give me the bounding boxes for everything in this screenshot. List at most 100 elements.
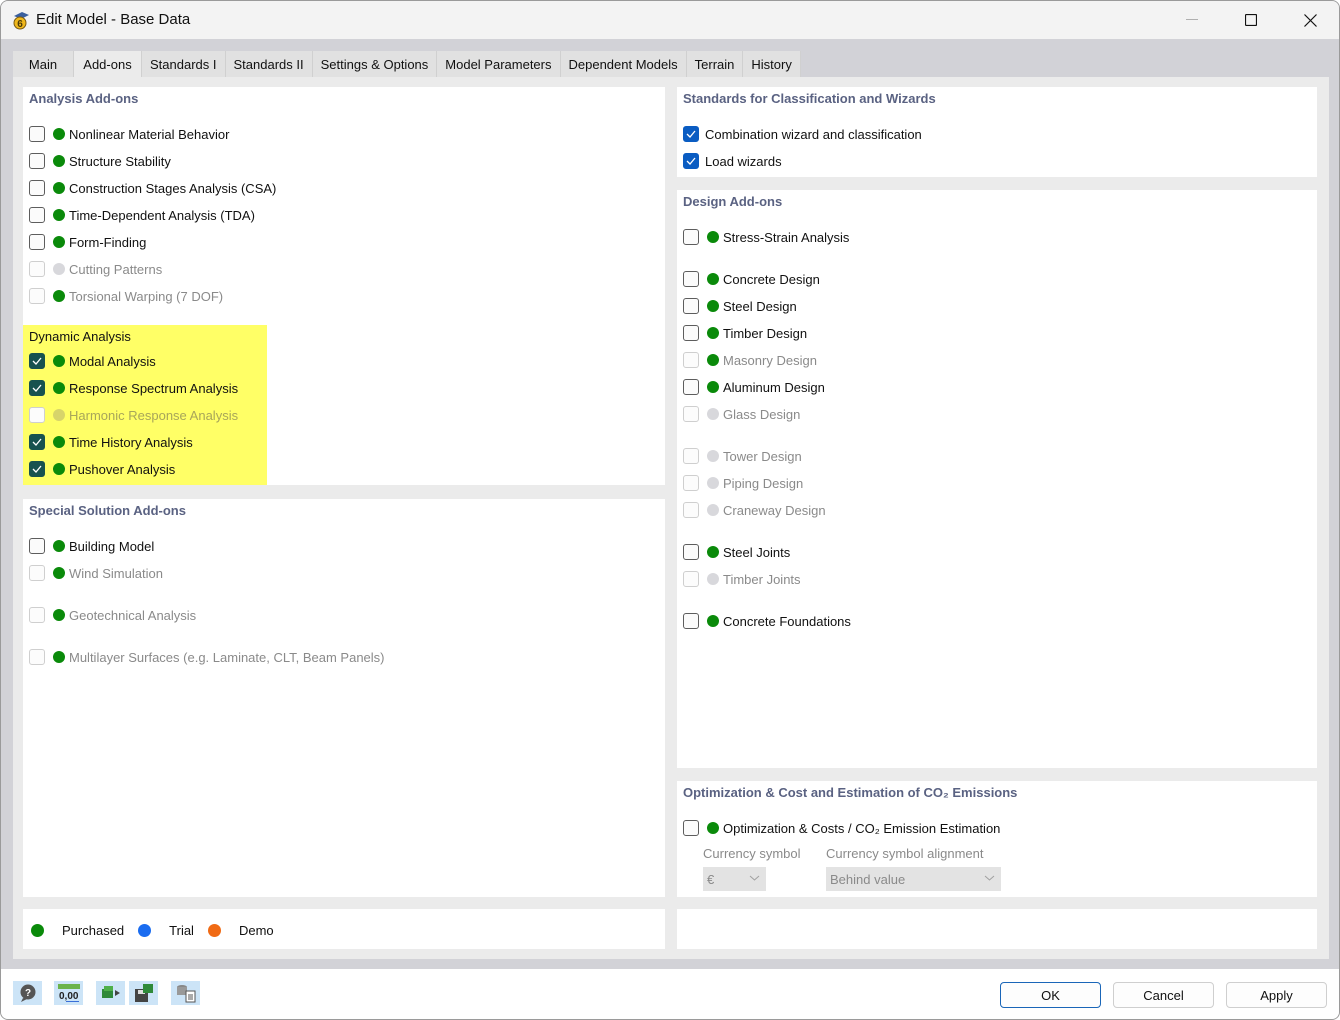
checkbox[interactable] <box>29 153 45 169</box>
analysis-addons-panel: Analysis Add-ons Nonlinear Material Beha… <box>23 87 665 485</box>
close-button[interactable] <box>1281 1 1339 39</box>
trial-dot-icon <box>138 924 152 937</box>
license-legend-panel: Purchased Trial Demo <box>23 909 665 949</box>
addon-label: Structure Stability <box>69 153 171 169</box>
tab-main[interactable]: Main <box>13 51 74 77</box>
checkbox[interactable] <box>29 461 45 477</box>
cancel-button[interactable]: Cancel <box>1113 982 1214 1008</box>
tab-standards-ii[interactable]: Standards II <box>225 51 313 77</box>
tab-terrain[interactable]: Terrain <box>686 51 744 77</box>
apply-button[interactable]: Apply <box>1226 982 1327 1008</box>
checkbox <box>29 649 45 665</box>
license-purchased-icon <box>707 615 719 627</box>
ok-button[interactable]: OK <box>1000 982 1101 1008</box>
addon-row-stress-strain-analysis[interactable]: Stress-Strain Analysis <box>683 227 849 247</box>
checkbox[interactable] <box>683 229 699 245</box>
currency-symbol-select[interactable]: € <box>703 867 766 891</box>
addon-row-form-finding[interactable]: Form-Finding <box>29 232 146 252</box>
license-purchased-icon <box>707 300 719 312</box>
license-purchased-icon <box>53 382 65 394</box>
svg-text:0,00: 0,00 <box>59 991 79 1002</box>
addon-label: Time History Analysis <box>69 434 193 450</box>
maximize-icon <box>1245 14 1257 26</box>
checkbox[interactable] <box>29 126 45 142</box>
optimization-checkbox[interactable] <box>683 820 699 836</box>
addon-row-combination-wizard-and-classification[interactable]: Combination wizard and classification <box>683 124 922 144</box>
addon-row-geotechnical-analysis: Geotechnical Analysis <box>29 605 196 625</box>
addon-row-response-spectrum-analysis[interactable]: Response Spectrum Analysis <box>29 378 238 398</box>
minimize-button[interactable] <box>1163 1 1221 39</box>
purchased-dot-icon <box>31 924 44 937</box>
addon-row-time-history-analysis[interactable]: Time History Analysis <box>29 432 193 452</box>
checkbox[interactable] <box>29 538 45 554</box>
save-model-button[interactable] <box>129 981 158 1005</box>
checkbox <box>29 407 45 423</box>
checkbox[interactable] <box>683 153 699 169</box>
addon-row-modal-analysis[interactable]: Modal Analysis <box>29 351 156 371</box>
license-purchased-icon <box>53 128 65 140</box>
checkbox <box>683 352 699 368</box>
checkbox[interactable] <box>29 353 45 369</box>
checkbox[interactable] <box>683 126 699 142</box>
addon-row-steel-design[interactable]: Steel Design <box>683 296 797 316</box>
checkbox[interactable] <box>683 298 699 314</box>
license-purchased-icon <box>53 209 65 221</box>
tab-standards-i[interactable]: Standards I <box>142 51 226 77</box>
addon-row-optimization-costs[interactable]: Optimization & Costs / CO₂ Emission Esti… <box>683 818 1000 838</box>
addon-row-aluminum-design[interactable]: Aluminum Design <box>683 377 825 397</box>
checkbox[interactable] <box>683 325 699 341</box>
model-export-button[interactable] <box>96 981 125 1005</box>
tab-dependent-models[interactable]: Dependent Models <box>560 51 687 77</box>
checkbox[interactable] <box>29 434 45 450</box>
addon-row-timber-design[interactable]: Timber Design <box>683 323 807 343</box>
addon-row-nonlinear-material-behavior[interactable]: Nonlinear Material Behavior <box>29 124 229 144</box>
license-purchased-icon <box>707 273 719 285</box>
addon-row-time-dependent-analysis-tda[interactable]: Time-Dependent Analysis (TDA) <box>29 205 255 225</box>
addon-label: Steel Joints <box>723 544 791 560</box>
addon-row-concrete-foundations[interactable]: Concrete Foundations <box>683 611 851 631</box>
checkbox <box>29 565 45 581</box>
checkbox[interactable] <box>683 544 699 560</box>
addon-label: Tower Design <box>723 448 802 464</box>
addon-row-concrete-design[interactable]: Concrete Design <box>683 269 820 289</box>
addon-row-cutting-patterns: Cutting Patterns <box>29 259 162 279</box>
maximize-button[interactable] <box>1222 1 1280 39</box>
addon-row-piping-design: Piping Design <box>683 473 803 493</box>
license-unavailable-icon <box>707 504 719 516</box>
help-button[interactable]: ? <box>13 981 42 1005</box>
checkbox[interactable] <box>683 271 699 287</box>
tab-settings-options[interactable]: Settings & Options <box>312 51 438 77</box>
tab-add-ons[interactable]: Add-ons <box>74 51 142 77</box>
checkbox[interactable] <box>29 380 45 396</box>
license-purchased-icon <box>53 355 65 367</box>
addon-row-load-wizards[interactable]: Load wizards <box>683 151 782 171</box>
title-bar: 6 Edit Model - Base Data <box>1 1 1339 39</box>
addon-label: Aluminum Design <box>723 379 825 395</box>
checkbox[interactable] <box>29 234 45 250</box>
checkbox[interactable] <box>683 613 699 629</box>
empty-info-panel <box>677 909 1317 949</box>
currency-alignment-select[interactable]: Behind value <box>826 867 1001 891</box>
legend-demo: Demo <box>238 923 274 938</box>
addon-row-construction-stages-analysis-csa[interactable]: Construction Stages Analysis (CSA) <box>29 178 276 198</box>
addon-label: Torsional Warping (7 DOF) <box>69 288 224 304</box>
checkbox <box>683 502 699 518</box>
addon-row-pushover-analysis[interactable]: Pushover Analysis <box>29 459 175 479</box>
addon-row-building-model[interactable]: Building Model <box>29 536 154 556</box>
addon-row-steel-joints[interactable]: Steel Joints <box>683 542 790 562</box>
design-addons-title: Design Add-ons <box>683 194 783 209</box>
checkbox[interactable] <box>683 379 699 395</box>
license-purchased-icon <box>707 381 719 393</box>
tab-model-parameters[interactable]: Model Parameters <box>437 51 561 77</box>
addon-row-wind-simulation: Wind Simulation <box>29 563 163 583</box>
tab-history[interactable]: History <box>743 51 801 77</box>
addon-label: Cutting Patterns <box>69 261 163 277</box>
license-unavailable-icon <box>53 263 65 275</box>
svg-text:6: 6 <box>17 19 23 30</box>
database-report-button[interactable] <box>171 981 200 1005</box>
checkbox[interactable] <box>29 180 45 196</box>
checkbox[interactable] <box>29 207 45 223</box>
units-decimals-button[interactable]: 0,00 <box>54 981 83 1005</box>
addon-label: Form-Finding <box>69 234 147 250</box>
addon-row-structure-stability[interactable]: Structure Stability <box>29 151 171 171</box>
